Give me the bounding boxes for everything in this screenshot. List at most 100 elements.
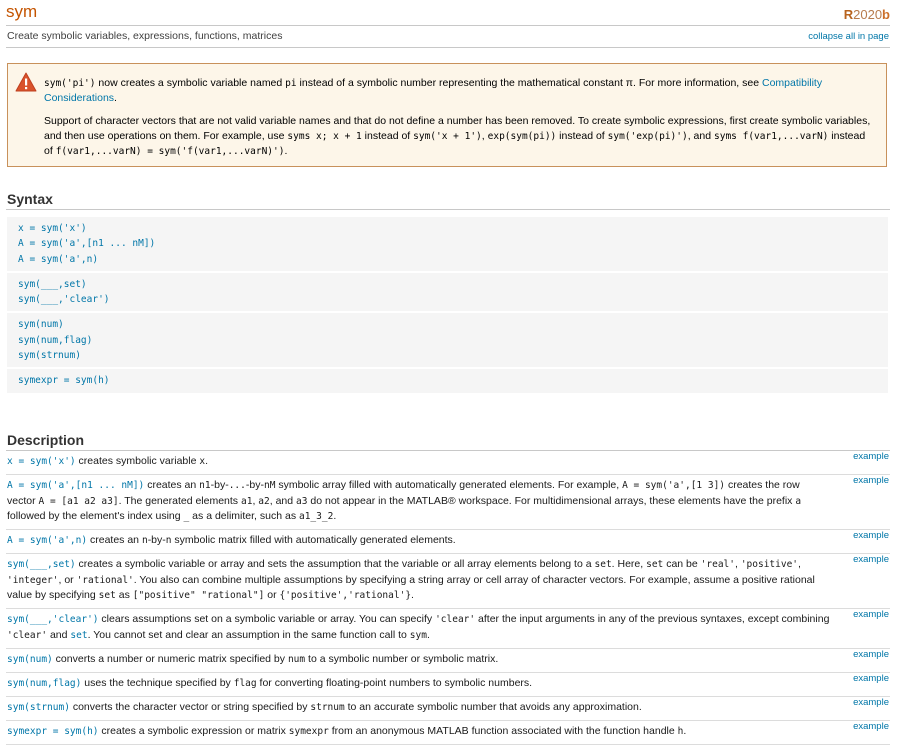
description-fragment: .: [333, 510, 337, 522]
warning-text: .: [284, 145, 288, 157]
release-r: R: [843, 7, 854, 22]
syntax-anchor-link[interactable]: sym(strnum): [7, 702, 70, 713]
description-fragment: as: [115, 589, 133, 601]
example-link[interactable]: example: [853, 721, 889, 732]
description-text: symexpr = sym(h) creates a symbolic expr…: [6, 721, 890, 740]
description-fragment: or: [264, 589, 280, 601]
description-row: sym(strnum) converts the character vecto…: [6, 697, 890, 721]
description-fragment: converts a number or numeric matrix spec…: [52, 653, 288, 665]
description-fragment: . You cannot set and clear an assumption…: [87, 628, 410, 641]
inline-code: set: [594, 559, 612, 570]
description-fragment: ,: [798, 558, 801, 570]
inline-code: strnum: [310, 702, 345, 713]
collapse-all-link[interactable]: collapse all in page: [808, 31, 889, 42]
release-year: 2020: [853, 7, 883, 22]
syntax-group: symexpr = sym(h): [7, 369, 888, 393]
inline-code: n1: [199, 480, 211, 491]
description-fragment: .: [683, 725, 687, 737]
description-fragment: uses the technique specified by: [81, 677, 234, 689]
syntax-list: x = sym('x') A = sym('a',[n1 ... nM]) A = …: [7, 217, 888, 395]
description-row: A = sym('a',[n1 ... nM]) creates an n1-b…: [6, 475, 890, 530]
warning-code: exp(sym(pi)): [487, 130, 557, 142]
warning-code: f(var1,...varN) = sym('f(var1,...varN)'): [55, 146, 285, 157]
inline-code: symexpr: [288, 726, 329, 737]
syntax-anchor-link[interactable]: A = sym('a',[n1 ... nM]): [7, 480, 144, 491]
subtitle-divider: [6, 47, 890, 48]
inline-code: a3: [296, 495, 308, 507]
inline-code: flag: [233, 678, 257, 689]
description-heading: Description: [7, 432, 85, 448]
page-subtitle: Create symbolic variables, expressions, …: [7, 30, 283, 42]
description-fragment: for converting floating-point numbers to…: [256, 677, 533, 689]
inline-code: a: [795, 495, 802, 507]
syntax-anchor-link[interactable]: symexpr = sym(h): [7, 726, 99, 737]
inline-code: sym: [409, 629, 427, 641]
syntax-link[interactable]: sym(num): [18, 317, 877, 332]
syntax-rule: [6, 209, 890, 210]
example-link[interactable]: example: [853, 451, 889, 462]
description-text: x = sym('x') creates symbolic variable x…: [6, 451, 890, 470]
inline-code: A = [a1 a2 a3]: [38, 495, 119, 507]
description-fragment: symbolic array filled with automatically…: [275, 479, 623, 491]
syntax-anchor-link[interactable]: sym(num,flag): [7, 678, 81, 689]
description-fragment: .: [411, 589, 414, 601]
description-fragment: can be: [663, 558, 701, 570]
syntax-link[interactable]: symexpr = sym(h): [18, 373, 877, 388]
syntax-anchor-link[interactable]: A = sym('a',n): [7, 535, 87, 546]
example-link[interactable]: example: [853, 475, 889, 486]
compatibility-warning: sym('pi') now creates a symbolic variabl…: [7, 63, 887, 167]
warning-code: pi: [285, 78, 297, 89]
inline-code: 'real': [700, 559, 735, 570]
description-fragment: from an anonymous MATLAB function associ…: [328, 725, 678, 737]
warning-text: instead of: [556, 129, 608, 142]
inline-code-link[interactable]: set: [70, 630, 87, 641]
syntax-link[interactable]: sym(___,'clear'): [18, 292, 877, 307]
inline-code: ["positive" "rational"]: [132, 590, 265, 601]
syntax-link[interactable]: A = sym('a',[n1 ... nM]): [18, 236, 877, 251]
syntax-heading: Syntax: [7, 191, 53, 207]
description-text: sym(strnum) converts the character vecto…: [6, 697, 890, 716]
description-fragment: creates a symbolic expression or matrix: [98, 725, 289, 737]
description-fragment: creates an: [87, 534, 142, 546]
warning-code: sym('exp(pi)'): [607, 130, 688, 142]
inline-code: 'positive': [740, 559, 799, 570]
description-fragment: do not appear in the MATLAB® workspace. …: [307, 494, 796, 507]
warning-code: syms f(var1,...varN): [714, 130, 829, 142]
syntax-link[interactable]: sym(strnum): [18, 348, 877, 363]
inline-code: 'clear': [7, 629, 48, 641]
page-title: sym: [6, 2, 38, 21]
syntax-anchor-link[interactable]: x = sym('x'): [7, 456, 76, 467]
warning-paragraph-1: sym('pi') now creates a symbolic variabl…: [44, 76, 872, 106]
description-fragment: after the input arguments in any of the …: [475, 613, 830, 625]
description-row: sym(___,set) creates a symbolic variable…: [6, 554, 890, 609]
warning-text: .: [114, 92, 117, 104]
syntax-anchor-link[interactable]: sym(___,'clear'): [7, 614, 99, 625]
example-link[interactable]: example: [853, 673, 889, 684]
inline-code: {'positive','rational'}: [279, 590, 412, 601]
syntax-link[interactable]: sym(___,set): [18, 277, 877, 292]
example-link[interactable]: example: [853, 697, 889, 708]
syntax-link[interactable]: sym(num,flag): [18, 333, 877, 348]
description-row: symexpr = sym(h) creates a symbolic expr…: [6, 721, 890, 745]
syntax-link[interactable]: A = sym('a',n): [18, 252, 877, 267]
syntax-link[interactable]: x = sym('x'): [18, 221, 877, 236]
warning-code: sym('pi'): [44, 78, 96, 89]
syntax-anchor-link[interactable]: sym(num): [7, 654, 53, 665]
release-badge[interactable]: R2020b: [844, 7, 890, 22]
syntax-anchor-link[interactable]: sym(___,set): [7, 559, 76, 570]
description-fragment: .: [205, 455, 209, 467]
warning-paragraph-2: Support of character vectors that are no…: [44, 114, 872, 160]
description-fragment: creates symbolic variable: [75, 455, 200, 467]
description-fragment: symbolic matrix filled with automaticall…: [171, 534, 456, 546]
example-link[interactable]: example: [853, 609, 889, 620]
example-link[interactable]: example: [853, 530, 889, 541]
inline-code: a2: [258, 495, 270, 507]
example-link[interactable]: example: [853, 649, 889, 660]
description-fragment: creates a symbolic variable or array and…: [75, 558, 595, 570]
description-fragment: to an accurate symbolic number that avoi…: [344, 701, 642, 713]
description-text: A = sym('a',[n1 ... nM]) creates an n1-b…: [6, 475, 890, 525]
description-text: A = sym('a',n) creates an n-by-n symboli…: [6, 530, 890, 549]
example-link[interactable]: example: [853, 554, 889, 565]
description-fragment: to a symbolic number or symbolic matrix.: [305, 653, 499, 665]
inline-code: A = sym('a',[1 3]): [622, 480, 726, 491]
